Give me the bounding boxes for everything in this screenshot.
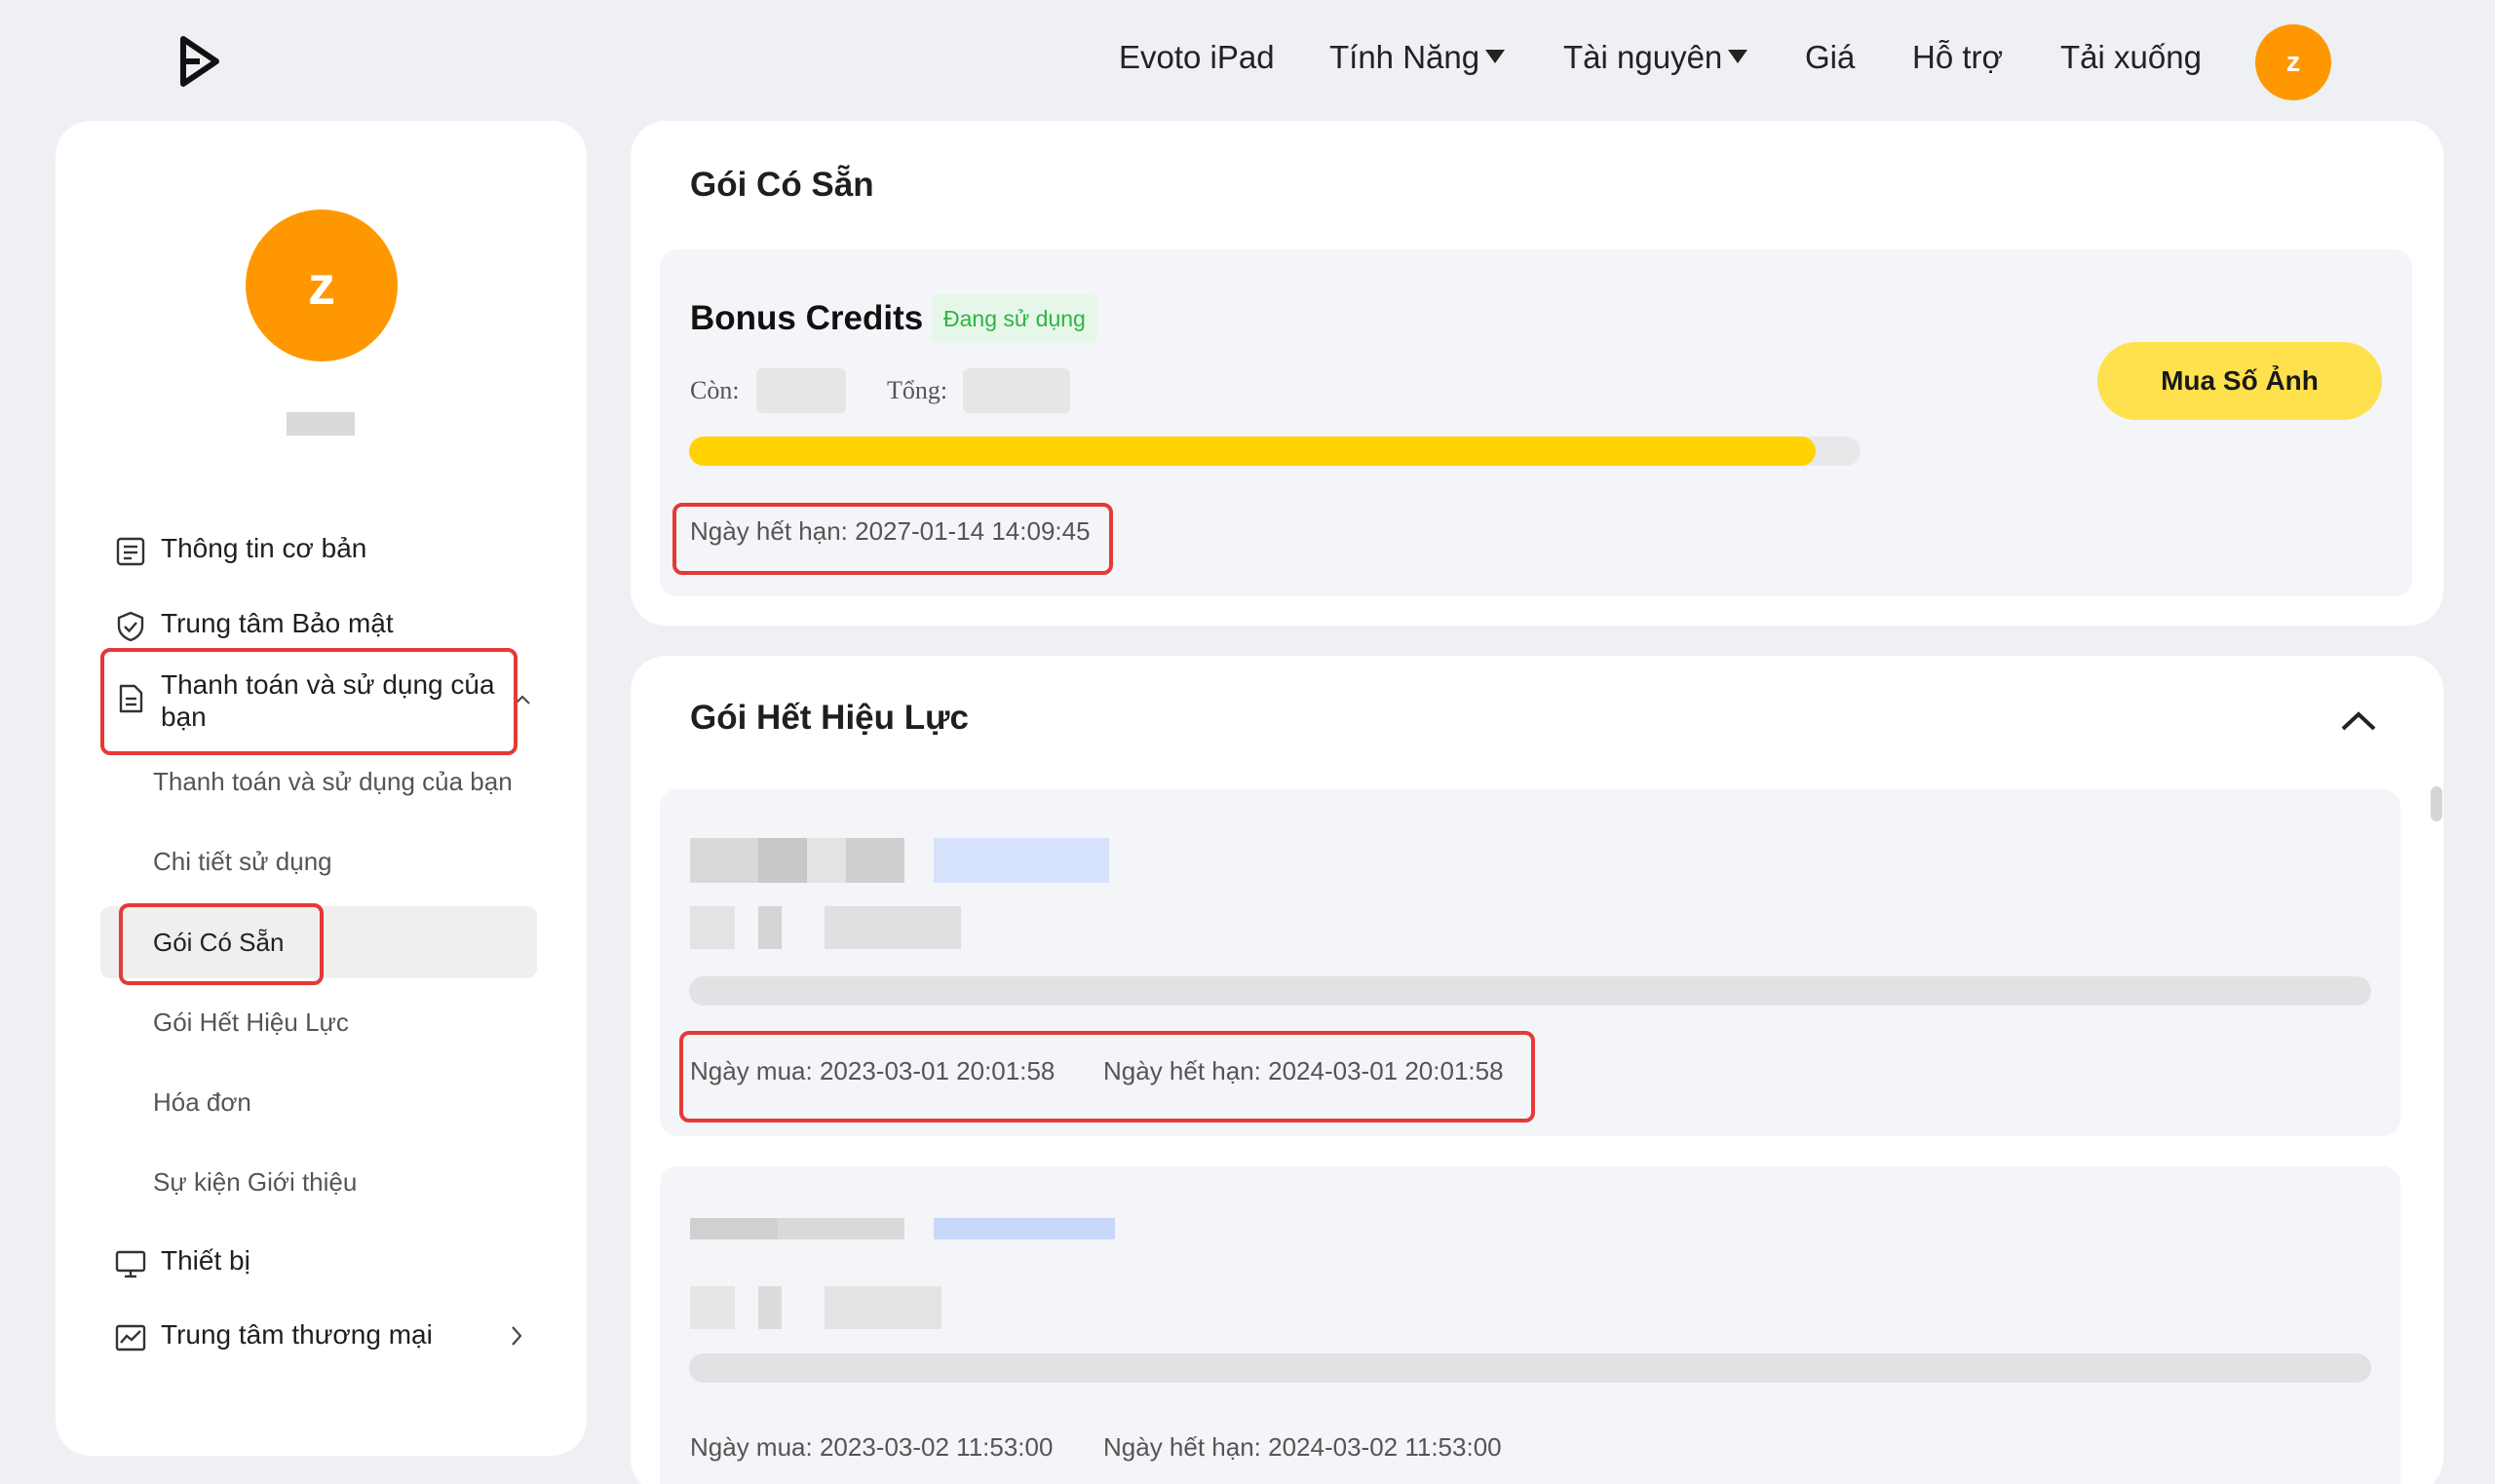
remaining-value-redacted bbox=[756, 368, 846, 413]
chevron-up-icon[interactable] bbox=[514, 694, 531, 705]
nav-pricing[interactable]: Giá bbox=[1805, 39, 1855, 76]
sidebar-item-label: Trung tâm Bảo mật bbox=[161, 608, 394, 638]
document-icon bbox=[119, 684, 143, 713]
sidebar-item-label: Thanh toán và sử dụng của bạn bbox=[161, 669, 495, 732]
chevron-right-icon[interactable] bbox=[510, 1325, 523, 1347]
purchase-date: Ngày mua: 2023-03-01 20:01:58 bbox=[690, 1056, 1056, 1085]
monitor-icon bbox=[115, 1250, 146, 1278]
user-avatar[interactable]: z bbox=[2255, 24, 2331, 100]
total-value-redacted bbox=[963, 368, 1070, 413]
evoto-logo-icon[interactable] bbox=[175, 33, 224, 90]
redacted-plan-meta bbox=[690, 1286, 943, 1329]
sidebar-item-label: Thiết bị bbox=[161, 1245, 250, 1275]
sub-item-usage-details[interactable]: Chi tiết sử dụng bbox=[153, 847, 332, 877]
username-redacted bbox=[287, 412, 355, 436]
usage-progress-fill bbox=[689, 437, 1817, 466]
collapse-chevron-icon[interactable] bbox=[2339, 709, 2378, 733]
top-navbar: Evoto iPad Tính Năng Tài nguyên Giá Hỗ t… bbox=[0, 0, 2495, 122]
expiry-date: Ngày hết hạn: 2024-03-01 20:01:58 bbox=[1103, 1056, 1504, 1085]
redacted-plan-meta bbox=[690, 906, 963, 949]
plan-name: Bonus Credits bbox=[690, 299, 924, 337]
nav-resources-label: Tài nguyên bbox=[1563, 39, 1723, 75]
sidebar-item-billing[interactable]: Thanh toán và sử dụng của bạn bbox=[114, 668, 523, 733]
profile-avatar: z bbox=[246, 209, 398, 361]
sidebar-item-basic-info[interactable]: Thông tin cơ bản bbox=[114, 533, 366, 568]
remaining-label: Còn: bbox=[690, 376, 740, 404]
nav-features[interactable]: Tính Năng bbox=[1329, 39, 1506, 76]
shield-icon bbox=[117, 611, 144, 642]
sidebar-item-label: Trung tâm thương mại bbox=[161, 1319, 433, 1350]
redacted-plan-name bbox=[690, 1218, 1115, 1247]
nav-features-label: Tính Năng bbox=[1329, 39, 1480, 75]
page: Evoto iPad Tính Năng Tài nguyên Giá Hỗ t… bbox=[0, 0, 2495, 1484]
usage-progress-bar bbox=[689, 437, 1861, 466]
sub-item-billing[interactable]: Thanh toán và sử dụng của bạn bbox=[153, 767, 513, 797]
nav-support[interactable]: Hỗ trợ bbox=[1912, 39, 2003, 76]
sidebar-item-commerce[interactable]: Trung tâm thương mại bbox=[114, 1319, 433, 1354]
caret-down-icon bbox=[1485, 50, 1506, 64]
purchase-date: Ngày mua: 2023-03-02 11:53:00 bbox=[690, 1432, 1054, 1462]
sub-item-available-plans[interactable]: Gói Có Sẵn bbox=[153, 928, 284, 958]
sub-item-invoices[interactable]: Hóa đơn bbox=[153, 1087, 251, 1118]
expired-progress-bar bbox=[689, 1353, 2371, 1383]
expired-plans-title: Gói Hết Hiệu Lực bbox=[690, 699, 969, 737]
sub-item-referral[interactable]: Sự kiện Giới thiệu bbox=[153, 1167, 357, 1198]
buy-credits-button[interactable]: Mua Số Ảnh bbox=[2097, 342, 2382, 420]
sidebar-item-security[interactable]: Trung tâm Bảo mật bbox=[114, 608, 394, 643]
sidebar-item-devices[interactable]: Thiết bị bbox=[114, 1245, 250, 1280]
expired-progress-bar bbox=[689, 976, 2371, 1006]
nav-resources[interactable]: Tài nguyên bbox=[1563, 39, 1748, 76]
sidebar: z Thông tin cơ bản Trung tâm Bảo mật Tha… bbox=[56, 121, 587, 1456]
expiry-date: Ngày hết hạn: 2024-03-02 11:53:00 bbox=[1103, 1432, 1502, 1462]
sidebar-item-label: Thông tin cơ bản bbox=[161, 533, 367, 563]
nav-download[interactable]: Tải xuống bbox=[2060, 39, 2202, 76]
scrollbar-thumb[interactable] bbox=[2431, 786, 2442, 821]
total-label: Tổng: bbox=[887, 376, 948, 404]
caret-down-icon bbox=[1728, 50, 1748, 64]
document-list-icon bbox=[116, 537, 145, 566]
status-badge: Đang sử dụng bbox=[932, 294, 1097, 343]
nav-evoto-ipad[interactable]: Evoto iPad bbox=[1119, 39, 1275, 76]
sub-item-expired-plans[interactable]: Gói Hết Hiệu Lực bbox=[153, 1008, 349, 1038]
expiry-date: Ngày hết hạn: 2027-01-14 14:09:45 bbox=[690, 516, 1091, 546]
redacted-plan-name bbox=[690, 838, 1115, 883]
chart-line-icon bbox=[115, 1324, 146, 1351]
available-plans-title: Gói Có Sẵn bbox=[690, 166, 874, 204]
